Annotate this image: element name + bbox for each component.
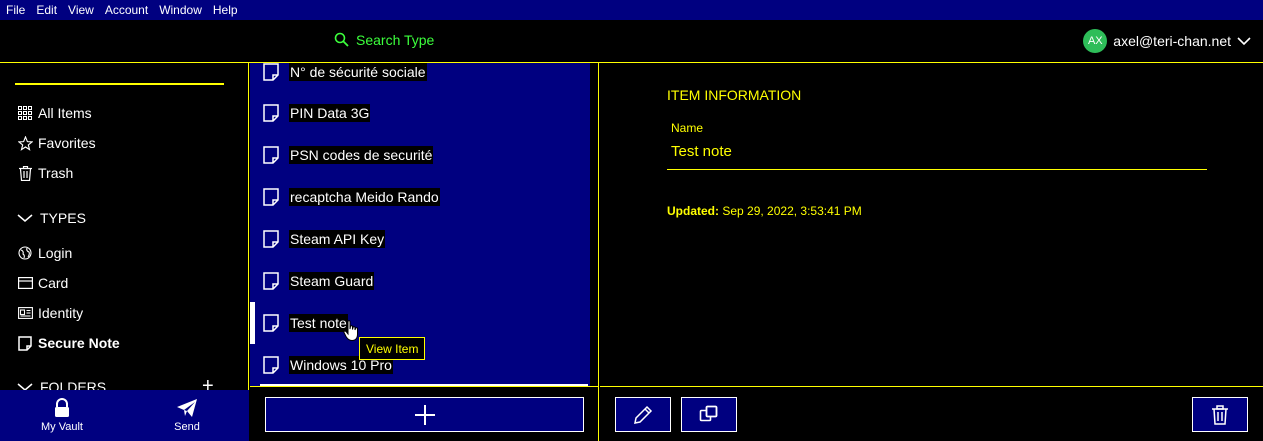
updated-info: Updated: Sep 29, 2022, 3:53:41 PM bbox=[667, 204, 862, 218]
list-item-label: Steam API Key bbox=[289, 230, 386, 248]
sidebar-item-label: Identity bbox=[38, 305, 84, 321]
search-box[interactable]: Search Type bbox=[334, 32, 434, 48]
list-item[interactable]: Steam API Key bbox=[250, 218, 590, 260]
chevron-down-icon bbox=[17, 214, 33, 222]
clone-icon bbox=[699, 405, 718, 421]
trash-icon bbox=[17, 165, 33, 181]
folders-header[interactable]: FOLDERS bbox=[17, 379, 106, 390]
my-vault-button[interactable]: My Vault bbox=[22, 390, 102, 441]
pencil-icon bbox=[634, 405, 653, 424]
sticky-note-icon bbox=[263, 272, 279, 290]
plus-icon bbox=[414, 404, 435, 425]
bottom-nav: My Vault Send bbox=[0, 390, 249, 441]
list-item[interactable]: N° de sécurité sociale bbox=[250, 63, 590, 93]
sticky-note-icon bbox=[263, 104, 279, 122]
menu-help[interactable]: Help bbox=[208, 3, 243, 17]
list-footer bbox=[250, 386, 599, 441]
lock-icon bbox=[55, 398, 69, 417]
chevron-down-icon bbox=[17, 383, 33, 390]
chevron-down-icon bbox=[1237, 37, 1251, 46]
sidebar-item-identity[interactable]: Identity bbox=[17, 305, 83, 321]
sidebar-item-all-items[interactable]: All Items bbox=[17, 105, 92, 121]
list-item-label: N° de sécurité sociale bbox=[289, 63, 427, 81]
menu-edit[interactable]: Edit bbox=[31, 3, 62, 17]
sticky-note-icon bbox=[263, 146, 279, 164]
send-button[interactable]: Send bbox=[147, 390, 227, 441]
types-header[interactable]: TYPES bbox=[17, 210, 86, 226]
updated-label: Updated: bbox=[667, 204, 719, 218]
account-email: axel@teri-chan.net bbox=[1113, 33, 1231, 49]
sidebar-item-card[interactable]: Card bbox=[17, 275, 68, 291]
list-item[interactable]: PIN Data 3G bbox=[250, 92, 590, 134]
name-label: Name bbox=[671, 121, 704, 135]
sticky-note-icon bbox=[263, 188, 279, 206]
sticky-note-icon bbox=[263, 63, 279, 81]
search-icon bbox=[334, 32, 349, 47]
list-item-label: PSN codes de securité bbox=[289, 146, 434, 164]
my-vault-label: My Vault bbox=[41, 421, 83, 433]
clone-button[interactable] bbox=[681, 397, 737, 432]
menu-file[interactable]: File bbox=[1, 3, 30, 17]
sticky-note-icon bbox=[263, 314, 279, 332]
delete-button[interactable] bbox=[1192, 397, 1248, 432]
list-item-label: PIN Data 3G bbox=[289, 104, 371, 122]
sticky-note-icon bbox=[17, 335, 33, 351]
id-card-icon bbox=[17, 305, 33, 321]
sidebar-item-favorites[interactable]: Favorites bbox=[17, 135, 96, 151]
sticky-note-icon bbox=[263, 356, 279, 374]
globe-icon bbox=[17, 245, 33, 261]
list-item-label: recaptcha Meido Rando bbox=[289, 188, 440, 206]
sidebar-item-label: Login bbox=[38, 245, 73, 261]
menu-window[interactable]: Window bbox=[154, 3, 207, 17]
view-item-tooltip: View Item bbox=[359, 337, 426, 360]
list-item-label: Steam Guard bbox=[289, 272, 375, 290]
account-menu[interactable]: AX axel@teri-chan.net bbox=[1083, 29, 1251, 53]
list-scrollbar[interactable] bbox=[590, 63, 598, 386]
list-item[interactable]: Steam Guard bbox=[250, 260, 590, 302]
item-information-title: ITEM INFORMATION bbox=[667, 87, 802, 103]
search-label: Search Type bbox=[356, 32, 435, 48]
list-item[interactable]: PSN codes de securité bbox=[250, 134, 590, 176]
sidebar-item-secure-note[interactable]: Secure Note bbox=[17, 335, 120, 351]
sidebar-item-trash[interactable]: Trash bbox=[17, 165, 73, 181]
edit-button[interactable] bbox=[615, 397, 671, 432]
avatar: AX bbox=[1083, 29, 1108, 53]
folders-header-label: FOLDERS bbox=[40, 379, 107, 390]
hand-cursor-icon bbox=[343, 320, 358, 342]
updated-value: Sep 29, 2022, 3:53:41 PM bbox=[722, 204, 862, 218]
grid-icon bbox=[17, 105, 33, 121]
menu-bar: File Edit View Account Window Help bbox=[0, 0, 1263, 20]
detail-footer bbox=[600, 386, 1263, 441]
sidebar-item-login[interactable]: Login bbox=[17, 245, 72, 261]
sidebar: All Items Favorites Trash TYPES Login Ca… bbox=[0, 63, 249, 390]
add-item-button[interactable] bbox=[265, 397, 584, 432]
sidebar-divider bbox=[15, 83, 224, 85]
credit-card-icon bbox=[17, 275, 33, 291]
header: Search Type AX axel@teri-chan.net bbox=[0, 20, 1263, 63]
list-item[interactable]: recaptcha Meido Rando bbox=[250, 176, 590, 218]
name-value: Test note bbox=[671, 143, 732, 160]
field-divider bbox=[667, 169, 1207, 170]
sidebar-item-label: All Items bbox=[38, 105, 92, 121]
sidebar-item-label: Favorites bbox=[38, 135, 96, 151]
sidebar-item-label: Trash bbox=[38, 165, 74, 181]
menu-view[interactable]: View bbox=[63, 3, 99, 17]
item-detail: ITEM INFORMATION Name Test note Updated:… bbox=[600, 63, 1263, 386]
list-item-label: Test note bbox=[289, 314, 348, 332]
menu-account[interactable]: Account bbox=[100, 3, 153, 17]
sidebar-item-label: Card bbox=[38, 275, 69, 291]
sticky-note-icon bbox=[263, 230, 279, 248]
add-folder-icon[interactable]: + bbox=[202, 375, 214, 390]
star-icon bbox=[17, 135, 33, 151]
paper-plane-icon bbox=[177, 399, 197, 417]
types-header-label: TYPES bbox=[40, 210, 86, 226]
send-label: Send bbox=[174, 421, 200, 433]
trash-icon bbox=[1212, 404, 1228, 425]
sidebar-item-label: Secure Note bbox=[38, 335, 120, 351]
